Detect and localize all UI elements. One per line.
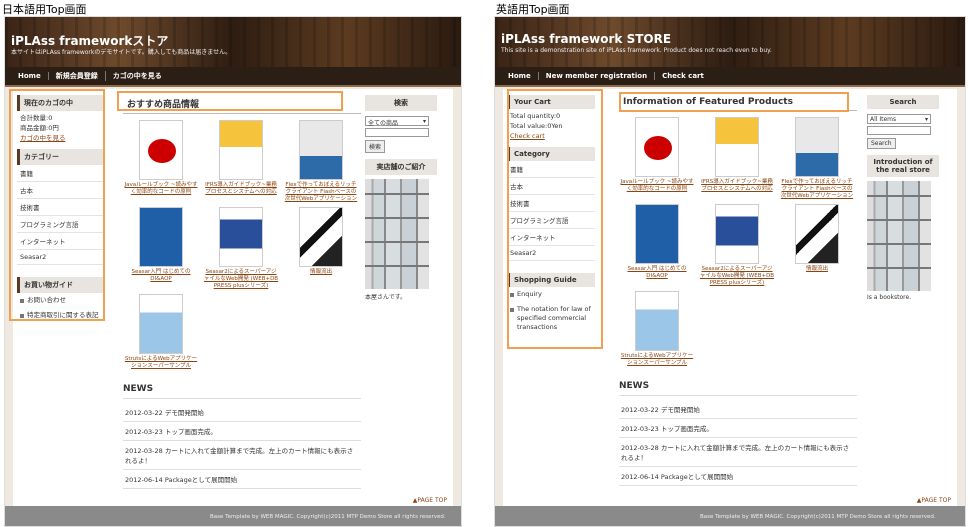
search-heading: Search bbox=[867, 95, 939, 109]
news-item: 2012-03-28 カートに入れて金額計算まで完成。左上のカート情報にも表示さ… bbox=[619, 438, 857, 467]
book-item[interactable]: Seasar2によるスーパーアジャイルなWeb開発 (WEB+DB PRESS … bbox=[203, 207, 279, 290]
search-button[interactable]: Search bbox=[867, 138, 896, 149]
nav-cart[interactable]: カゴの中を見る bbox=[106, 71, 169, 81]
store-photo bbox=[365, 179, 429, 289]
highlight-sidebar-jp bbox=[9, 89, 105, 321]
book-link[interactable]: Seasar入門 はじめてのDI&AOP bbox=[123, 269, 199, 283]
book-item[interactable]: 情報流出 bbox=[779, 204, 855, 287]
main-nav: Home 新規会員登録 カゴの中を見る bbox=[5, 67, 461, 87]
highlight-sidebar-en bbox=[507, 89, 603, 349]
caption-en: 英語用Top画面 bbox=[496, 3, 570, 16]
book-link[interactable]: IFRS導入ガイドブック~業務プロセスとシステムへの対応 bbox=[699, 179, 775, 193]
book-cover[interactable] bbox=[299, 207, 343, 267]
book-cover[interactable] bbox=[139, 207, 183, 267]
book-cover[interactable] bbox=[635, 204, 679, 264]
book-link[interactable]: 情報流出 bbox=[779, 266, 855, 273]
book-item[interactable]: 情報流出 bbox=[283, 207, 359, 290]
book-item[interactable]: Flexで作っておぼえるリッチクライアント Flashベースの次世代Webアプリ… bbox=[283, 120, 359, 203]
site-title[interactable]: iPLAss framework STORE bbox=[501, 32, 671, 46]
book-link[interactable]: StrutsによるWebアプリケーションスーパーサンプル bbox=[123, 356, 199, 370]
book-cover[interactable] bbox=[795, 117, 839, 177]
news-item: 2012-03-23 トップ画面完成。 bbox=[619, 419, 857, 438]
news-item: 2012-06-14 Packageとして展開開始 bbox=[123, 470, 361, 489]
book-link[interactable]: Seasar入門 はじめてのDI&AOP bbox=[619, 266, 695, 280]
book-cover[interactable] bbox=[299, 120, 343, 180]
site-header: iPLAss frameworkストア 本サイトはiPLAss framewor… bbox=[5, 17, 461, 67]
news-item: 2012-03-28 カートに入れて金額計算まで完成。左上のカート情報にも表示さ… bbox=[123, 441, 361, 470]
search-heading: 検索 bbox=[365, 95, 437, 111]
site-header: iPLAss framework STORE This site is a de… bbox=[495, 17, 965, 67]
site-subtitle: 本サイトはiPLAss frameworkのデモサイトです。購入しても商品は届き… bbox=[11, 49, 232, 56]
store-heading: 実店舗のご紹介 bbox=[365, 159, 437, 175]
book-item[interactable]: Javaルールブック ~読みやすく効率的なコードの原則 bbox=[619, 117, 695, 200]
news-title: NEWS bbox=[619, 381, 857, 396]
store-caption: 本屋さんです。 bbox=[365, 294, 407, 301]
nav-register[interactable]: 新規会員登録 bbox=[49, 71, 106, 81]
chevron-down-icon: ▾ bbox=[924, 116, 928, 123]
book-item[interactable]: IFRS導入ガイドブック~業務プロセスとシステムへの対応 bbox=[699, 117, 775, 200]
news-item: 2012-03-23 トップ画面完成。 bbox=[123, 422, 361, 441]
chevron-down-icon: ▾ bbox=[422, 118, 426, 125]
book-item[interactable]: StrutsによるWebアプリケーションスーパーサンプル bbox=[619, 291, 695, 367]
site-subtitle: This site is a demonstration site of iPL… bbox=[501, 47, 772, 54]
book-grid: Javaルールブック ~読みやすく効率的なコードの原則 IFRS導入ガイドブック… bbox=[619, 117, 857, 367]
store-photo bbox=[867, 181, 931, 291]
book-cover[interactable] bbox=[635, 117, 679, 177]
right-sidebar: 検索 全ての商品 ▾ 検索 実店舗のご紹介 本屋さんです。 bbox=[365, 95, 437, 301]
book-link[interactable]: 情報流出 bbox=[283, 269, 359, 276]
book-item[interactable]: Flexで作っておぼえるリッチクライアント Flashベースの次世代Webアプリ… bbox=[779, 117, 855, 200]
main-column: Information of Featured Products Javaルール… bbox=[619, 95, 857, 486]
book-item[interactable]: Javaルールブック ~読みやすく効率的なコードの原則 bbox=[123, 120, 199, 203]
nav-register[interactable]: New member registration bbox=[539, 72, 656, 80]
book-grid: Javaルールブック ~読みやすく効率的なコードの原則 IFRS導入ガイドブック… bbox=[123, 120, 361, 370]
book-link[interactable]: Seasar2によるスーパーアジャイルなWeb開発 (WEB+DB PRESS … bbox=[203, 269, 279, 290]
book-cover[interactable] bbox=[635, 291, 679, 351]
news-item: 2012-03-22 デモ開発開始 bbox=[123, 403, 361, 422]
search-button[interactable]: 検索 bbox=[365, 140, 386, 153]
footer: Base Template by WEB MAGIC. Copyright(c)… bbox=[5, 506, 461, 526]
news-item: 2012-03-22 デモ開発開始 bbox=[619, 400, 857, 419]
book-link[interactable]: StrutsによるWebアプリケーションスーパーサンプル bbox=[619, 353, 695, 367]
book-cover[interactable] bbox=[715, 204, 759, 264]
book-link[interactable]: Seasar2によるスーパーアジャイルなWeb開発 (WEB+DB PRESS … bbox=[699, 266, 775, 287]
main-column: おすすめ商品情報 Javaルールブック ~読みやすく効率的なコードの原則 IFR… bbox=[123, 95, 361, 489]
footer: Base Template by WEB MAGIC. Copyright(c)… bbox=[495, 506, 965, 526]
book-item[interactable]: StrutsによるWebアプリケーションスーパーサンプル bbox=[123, 294, 199, 370]
news-title: NEWS bbox=[123, 384, 361, 399]
select-value: 全ての商品 bbox=[368, 120, 399, 127]
search-category-select[interactable]: 全ての商品 ▾ bbox=[365, 116, 429, 127]
page-top-link[interactable]: ▲PAGE TOP bbox=[917, 497, 951, 504]
main-nav: Home New member registration Check cart bbox=[495, 67, 965, 87]
book-link[interactable]: Flexで作っておぼえるリッチクライアント Flashベースの次世代Webアプリ… bbox=[779, 179, 855, 200]
nav-home[interactable]: Home bbox=[11, 72, 49, 80]
book-cover[interactable] bbox=[219, 207, 263, 267]
book-cover[interactable] bbox=[139, 120, 183, 180]
search-input[interactable] bbox=[867, 126, 931, 135]
highlight-title-en bbox=[619, 92, 849, 112]
book-cover[interactable] bbox=[715, 117, 759, 177]
select-value: All Items bbox=[870, 116, 897, 123]
book-cover[interactable] bbox=[219, 120, 263, 180]
book-link[interactable]: Javaルールブック ~読みやすく効率的なコードの原則 bbox=[123, 182, 199, 196]
book-cover[interactable] bbox=[795, 204, 839, 264]
page-top-link[interactable]: ▲PAGE TOP bbox=[413, 497, 447, 504]
caption-jp: 日本語用Top画面 bbox=[2, 3, 87, 16]
nav-home[interactable]: Home bbox=[501, 72, 539, 80]
store-heading: Introduction of the real store bbox=[867, 155, 939, 177]
book-link[interactable]: IFRS導入ガイドブック~業務プロセスとシステムへの対応 bbox=[203, 182, 279, 196]
book-item[interactable]: Seasar入門 はじめてのDI&AOP bbox=[619, 204, 695, 287]
book-item[interactable]: Seasar2によるスーパーアジャイルなWeb開発 (WEB+DB PRESS … bbox=[699, 204, 775, 287]
store-caption: Is a bookstore. bbox=[867, 294, 912, 301]
nav-cart[interactable]: Check cart bbox=[655, 72, 711, 80]
book-link[interactable]: Flexで作っておぼえるリッチクライアント Flashベースの次世代Webアプリ… bbox=[283, 182, 359, 203]
search-input[interactable] bbox=[365, 128, 429, 137]
book-link[interactable]: Javaルールブック ~読みやすく効率的なコードの原則 bbox=[619, 179, 695, 193]
right-sidebar: Search All Items ▾ Search Introduction of… bbox=[867, 95, 939, 301]
book-item[interactable]: Seasar入門 はじめてのDI&AOP bbox=[123, 207, 199, 290]
search-category-select[interactable]: All Items ▾ bbox=[867, 114, 931, 124]
book-cover[interactable] bbox=[139, 294, 183, 354]
highlight-title-jp bbox=[117, 91, 343, 111]
news-item: 2012-06-14 Packageとして展開開始 bbox=[619, 467, 857, 486]
book-item[interactable]: IFRS導入ガイドブック~業務プロセスとシステムへの対応 bbox=[203, 120, 279, 203]
